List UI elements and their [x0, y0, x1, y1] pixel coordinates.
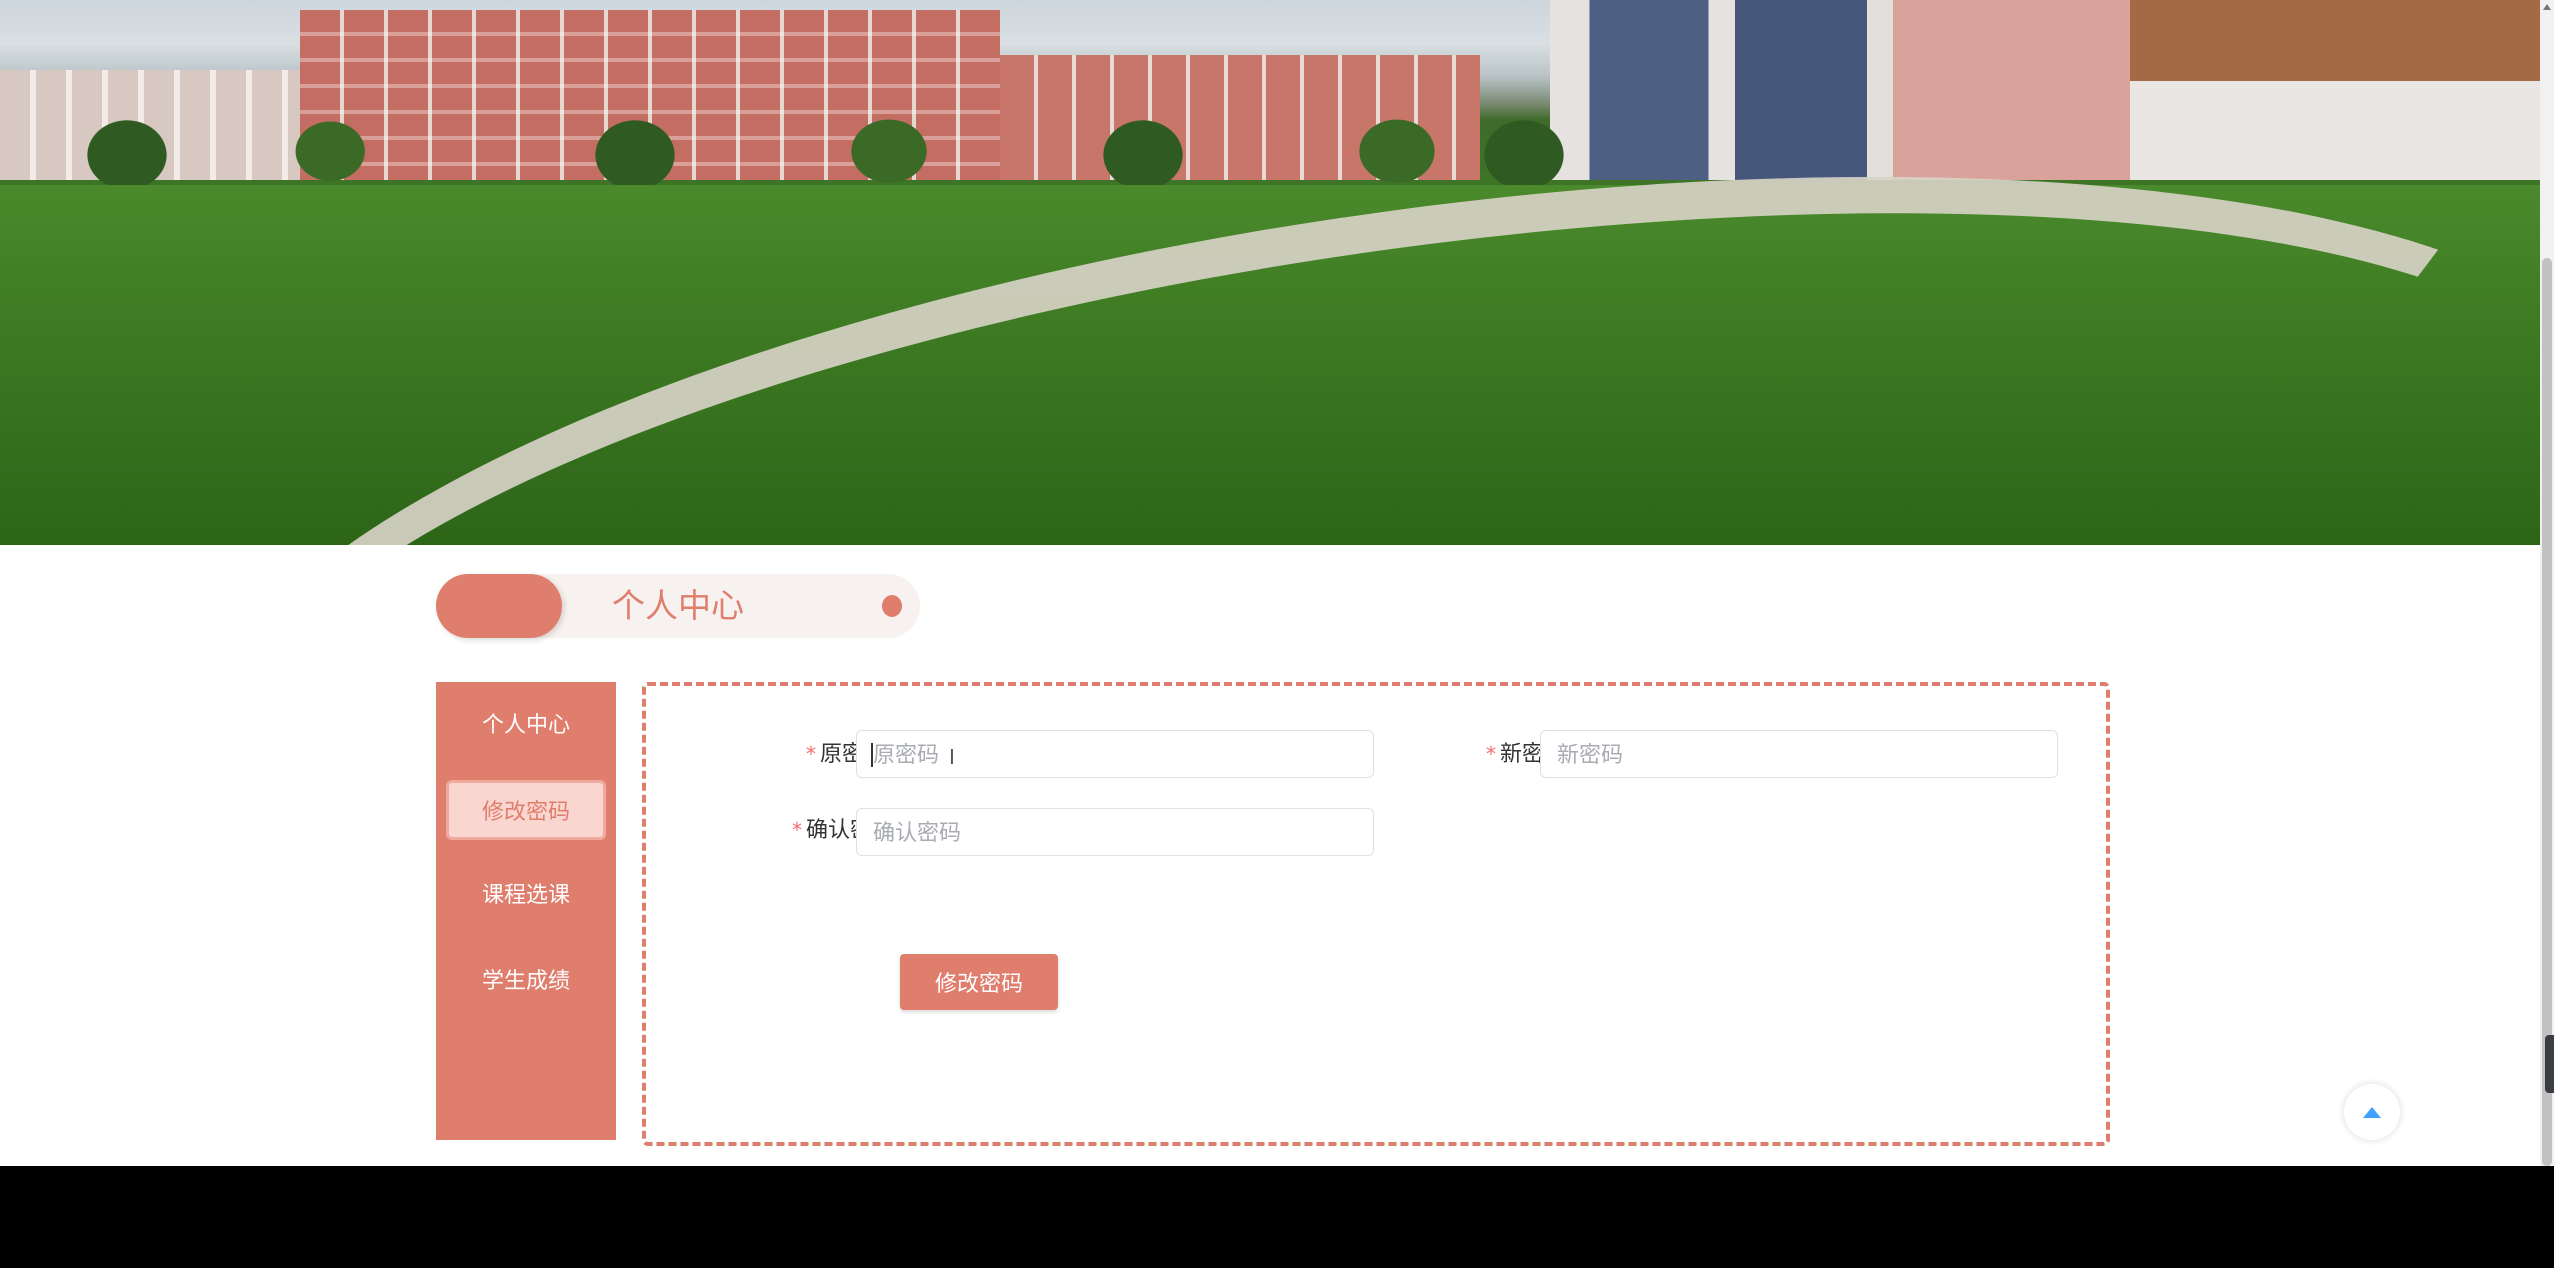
required-mark: * [1485, 742, 1496, 766]
campus-banner-image [0, 0, 2540, 545]
change-password-form: * 原密码 I * 新密码 * 确认密码 修改密码 [642, 682, 2110, 1146]
confirm-password-input[interactable] [871, 809, 1363, 857]
scrollbar[interactable] [2540, 0, 2554, 1166]
caret-up-icon [2363, 1106, 2381, 1118]
title-dot-icon [882, 595, 902, 617]
old-password-field[interactable]: I [856, 730, 1374, 779]
scrollbar-thumb[interactable] [2542, 258, 2552, 1166]
title-pill-knob [436, 574, 562, 638]
text-caret [871, 743, 873, 767]
page-title: 个人中心 [612, 586, 744, 625]
new-password-field[interactable] [1540, 730, 2058, 779]
side-panel-handle[interactable] [2545, 1035, 2554, 1093]
required-mark: * [791, 818, 802, 842]
back-to-top-button[interactable] [2344, 1084, 2400, 1140]
sidebar-item-personal-center[interactable]: 个人中心 [446, 696, 606, 756]
old-password-input[interactable] [871, 731, 1363, 779]
sidebar-item-course-selection[interactable]: 课程选课 [446, 866, 606, 926]
window-bottom-area [0, 1166, 2554, 1268]
text-cursor-icon: I [949, 745, 955, 769]
required-mark: * [805, 742, 816, 766]
confirm-password-field[interactable] [856, 808, 1374, 857]
sidebar-item-student-grades[interactable]: 学生成绩 [446, 952, 606, 1012]
new-password-input[interactable] [1555, 731, 2047, 779]
page: 个人中心 个人中心 修改密码 课程选课 学生成绩 * 原密码 I * 新密码 * 确认… [0, 0, 2540, 1166]
change-password-button[interactable]: 修改密码 [900, 954, 1058, 1010]
sidebar-item-change-password[interactable]: 修改密码 [446, 780, 606, 840]
scroll-up-icon[interactable] [2543, 4, 2551, 10]
sidebar: 个人中心 修改密码 课程选课 学生成绩 [436, 682, 616, 1140]
